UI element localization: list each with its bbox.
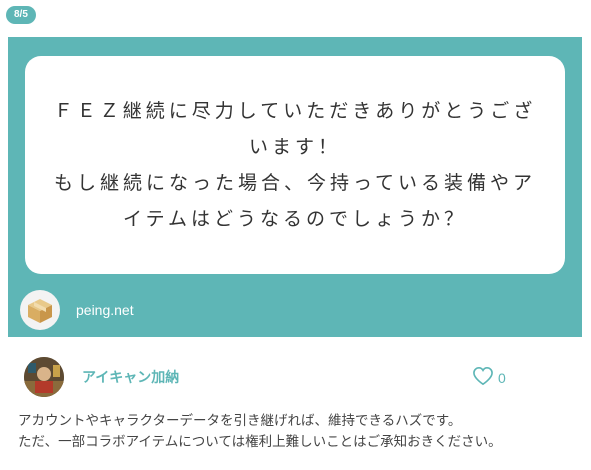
box-icon (20, 290, 60, 330)
answer-author-row: アイキャン加納 0 (24, 357, 544, 397)
question-line: イテムはどうなるのでしょうか？ (122, 208, 468, 230)
question-line: います！ (248, 136, 341, 158)
answer-line: ただ、一部コラボアイテムについては権利上難しいことはご承知おきください。 (18, 434, 502, 450)
avatar[interactable] (24, 357, 64, 397)
like-count: 0 (498, 370, 506, 386)
answer-text: アカウントやキャラクターデータを引き継げれば、維持できるハズです。 ただ、一部コ… (18, 411, 586, 453)
brand-name[interactable]: peing.net (76, 302, 134, 318)
question-card: ＦＥＺ継続に尽力していただきありがとうござ います！ もし継続になった場合、今持… (8, 37, 582, 337)
answer-line: アカウントやキャラクターデータを引き継げれば、維持できるハズです。 (18, 413, 462, 429)
question-line: ＦＥＺ継続に尽力していただきありがとうござ (53, 100, 537, 122)
brand-row: peing.net (20, 290, 134, 330)
heart-icon[interactable] (472, 366, 494, 390)
question-text: ＦＥＺ継続に尽力していただきありがとうござ います！ もし継続になった場合、今持… (36, 93, 554, 237)
question-line: もし継続になった場合、今持っている装備やア (53, 172, 537, 194)
author-name[interactable]: アイキャン加納 (82, 367, 179, 387)
question-box: ＦＥＺ継続に尽力していただきありがとうござ います！ もし継続になった場合、今持… (25, 56, 565, 274)
date-badge: 8/5 (6, 6, 36, 24)
like-button[interactable]: 0 (472, 366, 506, 390)
